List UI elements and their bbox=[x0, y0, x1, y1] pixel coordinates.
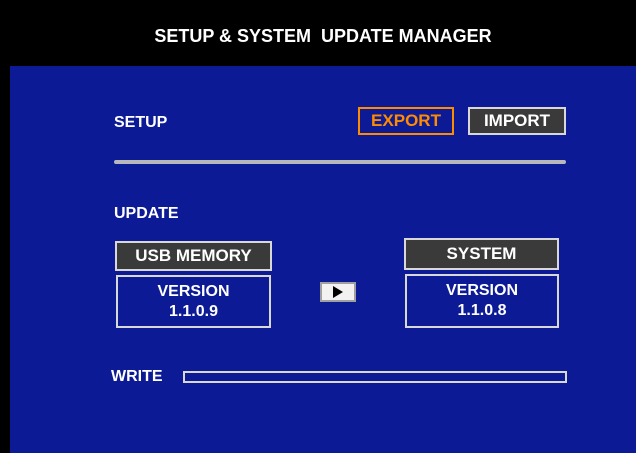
window-title: SETUP & SYSTEM UPDATE MANAGER bbox=[154, 25, 492, 46]
write-label: WRITE bbox=[111, 368, 163, 385]
setup-label: SETUP bbox=[114, 114, 168, 131]
app-window: SETUP & SYSTEM UPDATE MANAGER SETUP EXPO… bbox=[0, 0, 636, 453]
usb-version-box: VERSION 1.1.0.9 bbox=[116, 275, 271, 328]
export-button[interactable]: EXPORT bbox=[358, 107, 454, 135]
system-version-value: 1.1.0.8 bbox=[457, 302, 507, 319]
main-panel: SETUP EXPORT IMPORT UPDATE USB MEMORY VE… bbox=[10, 66, 636, 453]
usb-version-label: VERSION bbox=[157, 282, 230, 300]
update-start-button[interactable] bbox=[320, 282, 356, 302]
import-button[interactable]: IMPORT bbox=[468, 107, 566, 135]
usb-memory-header: USB MEMORY bbox=[115, 241, 272, 271]
system-version-box: VERSION 1.1.0.8 bbox=[405, 274, 559, 328]
usb-version-value: 1.1.0.9 bbox=[169, 302, 218, 320]
system-header: SYSTEM bbox=[404, 238, 559, 270]
play-icon bbox=[333, 286, 343, 298]
update-label: UPDATE bbox=[114, 205, 179, 222]
system-version-label: VERSION bbox=[445, 282, 518, 299]
title-bar: SETUP & SYSTEM UPDATE MANAGER bbox=[10, 6, 636, 66]
section-divider bbox=[114, 160, 566, 164]
write-progress-bar bbox=[183, 371, 567, 383]
